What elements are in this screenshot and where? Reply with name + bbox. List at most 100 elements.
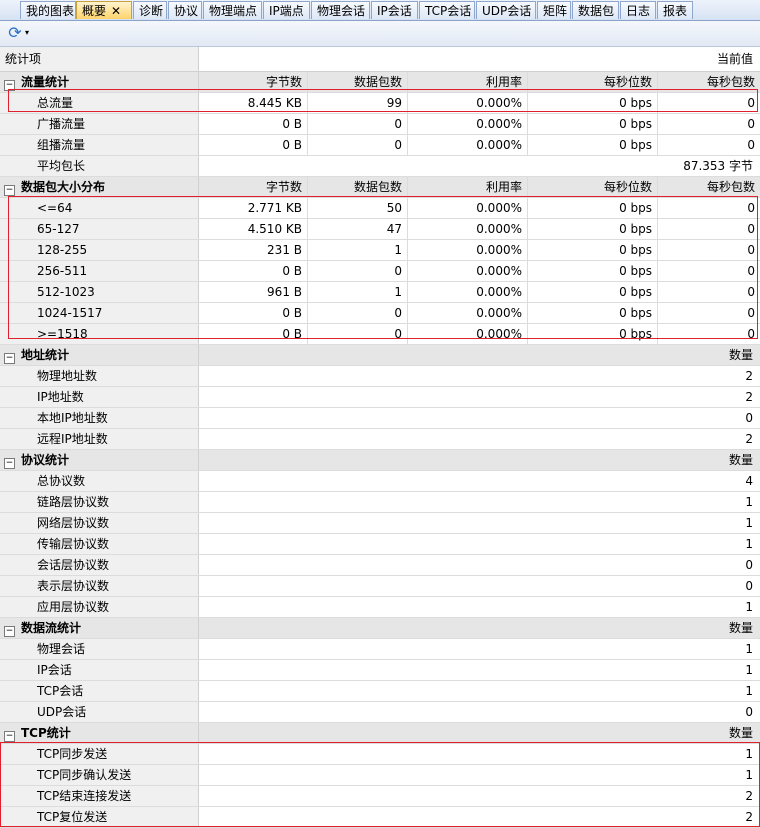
column-header[interactable]: 利用率 [408,177,528,197]
group-traffic: − 流量统计 字节数 数据包数 利用率 每秒位数 每秒包数 总流量 8.445 KB 99 0.00… [0,72,760,177]
close-icon[interactable]: ✕ [111,4,121,18]
tab-log[interactable]: 日志 [620,1,656,19]
collapse-icon[interactable]: − [4,80,15,91]
column-header[interactable]: 每秒位数 [528,177,658,197]
table-row[interactable]: 表示层协议数 0 [0,576,760,597]
tab-my-charts[interactable]: 我的图表 [20,1,76,19]
collapse-icon[interactable]: − [4,458,15,469]
tab-matrix[interactable]: 矩阵 [537,1,571,19]
row-value: 1 [745,642,753,656]
row-label: 物理地址数 [0,366,199,386]
group-address: − 地址统计 数量 物理地址数 2 IP地址数 2 本地IP地址数 0 远程IP地址数 2 [0,345,760,450]
column-header[interactable]: 字节数 [199,72,308,92]
row-label: 链路层协议数 [0,492,199,512]
row-value: 0 [747,138,755,152]
row-label: IP会话 [0,660,199,680]
table-row[interactable]: 512-1023 961 B 1 0.000% 0 bps 0 [0,282,760,303]
row-value: 4 [745,474,753,488]
tab-label: 矩阵 [543,4,568,18]
table-row[interactable]: 1024-1517 0 B 0 0.000% 0 bps 0 [0,303,760,324]
chevron-down-icon[interactable]: ▾ [25,24,35,42]
row-value: 231 B [199,240,308,260]
column-header[interactable]: 每秒位数 [528,72,658,92]
table-row[interactable]: >=1518 0 B 0 0.000% 0 bps 0 [0,324,760,345]
table-row[interactable]: TCP结束连接发送 2 [0,786,760,807]
tab-bar: 我的图表 概要 ✕ 诊断 协议 物理端点 IP端点 物理会话 IP会话 TCP会话… [0,0,760,21]
row-value: 2 [745,810,753,824]
group-header[interactable]: − TCP统计 数量 [0,723,760,744]
table-row[interactable]: 远程IP地址数 2 [0,429,760,450]
table-row[interactable]: IP地址数 2 [0,387,760,408]
column-header[interactable]: 每秒包数 [658,72,760,92]
tab-ip-session[interactable]: IP会话 [371,1,418,19]
table-row[interactable]: <=64 2.771 KB 50 0.000% 0 bps 0 [0,198,760,219]
table-row[interactable]: 传输层协议数 1 [0,534,760,555]
table-row[interactable]: 物理会话 1 [0,639,760,660]
column-header[interactable]: 数量 [199,345,760,365]
table-row[interactable]: TCP会话 1 [0,681,760,702]
column-header[interactable]: 字节数 [199,177,308,197]
tab-label: IP端点 [269,4,304,18]
table-row[interactable]: TCP同步发送 1 [0,744,760,765]
table-row[interactable]: 本地IP地址数 0 [0,408,760,429]
collapse-icon[interactable]: − [4,185,15,196]
tab-overview[interactable]: 概要 ✕ [76,1,132,19]
column-header[interactable]: 每秒包数 [658,177,760,197]
table-row[interactable]: IP会话 1 [0,660,760,681]
tab-tcp-session[interactable]: TCP会话 [419,1,475,19]
tab-udp-session[interactable]: UDP会话 [476,1,536,19]
group-header[interactable]: − 地址统计 数量 [0,345,760,366]
group-header[interactable]: − 流量统计 字节数 数据包数 利用率 每秒位数 每秒包数 [0,72,760,93]
column-header[interactable]: 数量 [199,450,760,470]
row-label: IP地址数 [0,387,199,407]
column-header[interactable]: 数量 [199,723,760,743]
table-row[interactable]: 物理地址数 2 [0,366,760,387]
group-header[interactable]: − 数据包大小分布 字节数 数据包数 利用率 每秒位数 每秒包数 [0,177,760,198]
table-row[interactable]: TCP复位发送 2 [0,807,760,828]
column-header[interactable]: 利用率 [408,72,528,92]
table-row[interactable]: 网络层协议数 1 [0,513,760,534]
tab-packets[interactable]: 数据包 [572,1,619,19]
table-row[interactable]: UDP会话 0 [0,702,760,723]
tab-physical-session[interactable]: 物理会话 [311,1,370,19]
row-label: 本地IP地址数 [0,408,199,428]
group-title: 数据流统计 [21,621,82,635]
column-header[interactable]: 数量 [199,618,760,638]
tab-report[interactable]: 报表 [657,1,693,19]
column-header[interactable]: 数据包数 [308,72,408,92]
header-value[interactable]: 当前值 [199,47,760,71]
tab-ip-endpoint[interactable]: IP端点 [263,1,310,19]
row-label: 表示层协议数 [0,576,199,596]
table-row[interactable]: 广播流量 0 B 0 0.000% 0 bps 0 [0,114,760,135]
header-item[interactable]: 统计项 [0,47,199,71]
collapse-icon[interactable]: − [4,626,15,637]
table-row[interactable]: 链路层协议数 1 [0,492,760,513]
table-row[interactable]: 256-511 0 B 0 0.000% 0 bps 0 [0,261,760,282]
refresh-icon[interactable]: ⟳ [6,24,24,42]
table-row[interactable]: 平均包长 87.353 字节 [0,156,760,177]
group-size-distribution: − 数据包大小分布 字节数 数据包数 利用率 每秒位数 每秒包数 <=64 2.771 KB 50… [0,177,760,345]
table-row[interactable]: 总流量 8.445 KB 99 0.000% 0 bps 0 [0,93,760,114]
column-header[interactable]: 数据包数 [308,177,408,197]
row-label: 平均包长 [0,156,199,176]
tab-diagnosis[interactable]: 诊断 [133,1,167,19]
group-title: TCP统计 [21,726,71,740]
tab-physical-endpoint[interactable]: 物理端点 [203,1,262,19]
table-row[interactable]: 会话层协议数 0 [0,555,760,576]
row-value: 0 [745,579,753,593]
group-header[interactable]: − 协议统计 数量 [0,450,760,471]
row-label: UDP会话 [0,702,199,722]
table-row[interactable]: 应用层协议数 1 [0,597,760,618]
row-value: 0 [308,135,408,155]
collapse-icon[interactable]: − [4,731,15,742]
table-row[interactable]: 65-127 4.510 KB 47 0.000% 0 bps 0 [0,219,760,240]
table-row[interactable]: 组播流量 0 B 0 0.000% 0 bps 0 [0,135,760,156]
row-value: 0 bps [528,219,658,239]
tab-protocol[interactable]: 协议 [168,1,202,19]
group-header[interactable]: − 数据流统计 数量 [0,618,760,639]
row-value: 0 [747,264,755,278]
collapse-icon[interactable]: − [4,353,15,364]
table-row[interactable]: TCP同步确认发送 1 [0,765,760,786]
table-row[interactable]: 总协议数 4 [0,471,760,492]
table-row[interactable]: 128-255 231 B 1 0.000% 0 bps 0 [0,240,760,261]
